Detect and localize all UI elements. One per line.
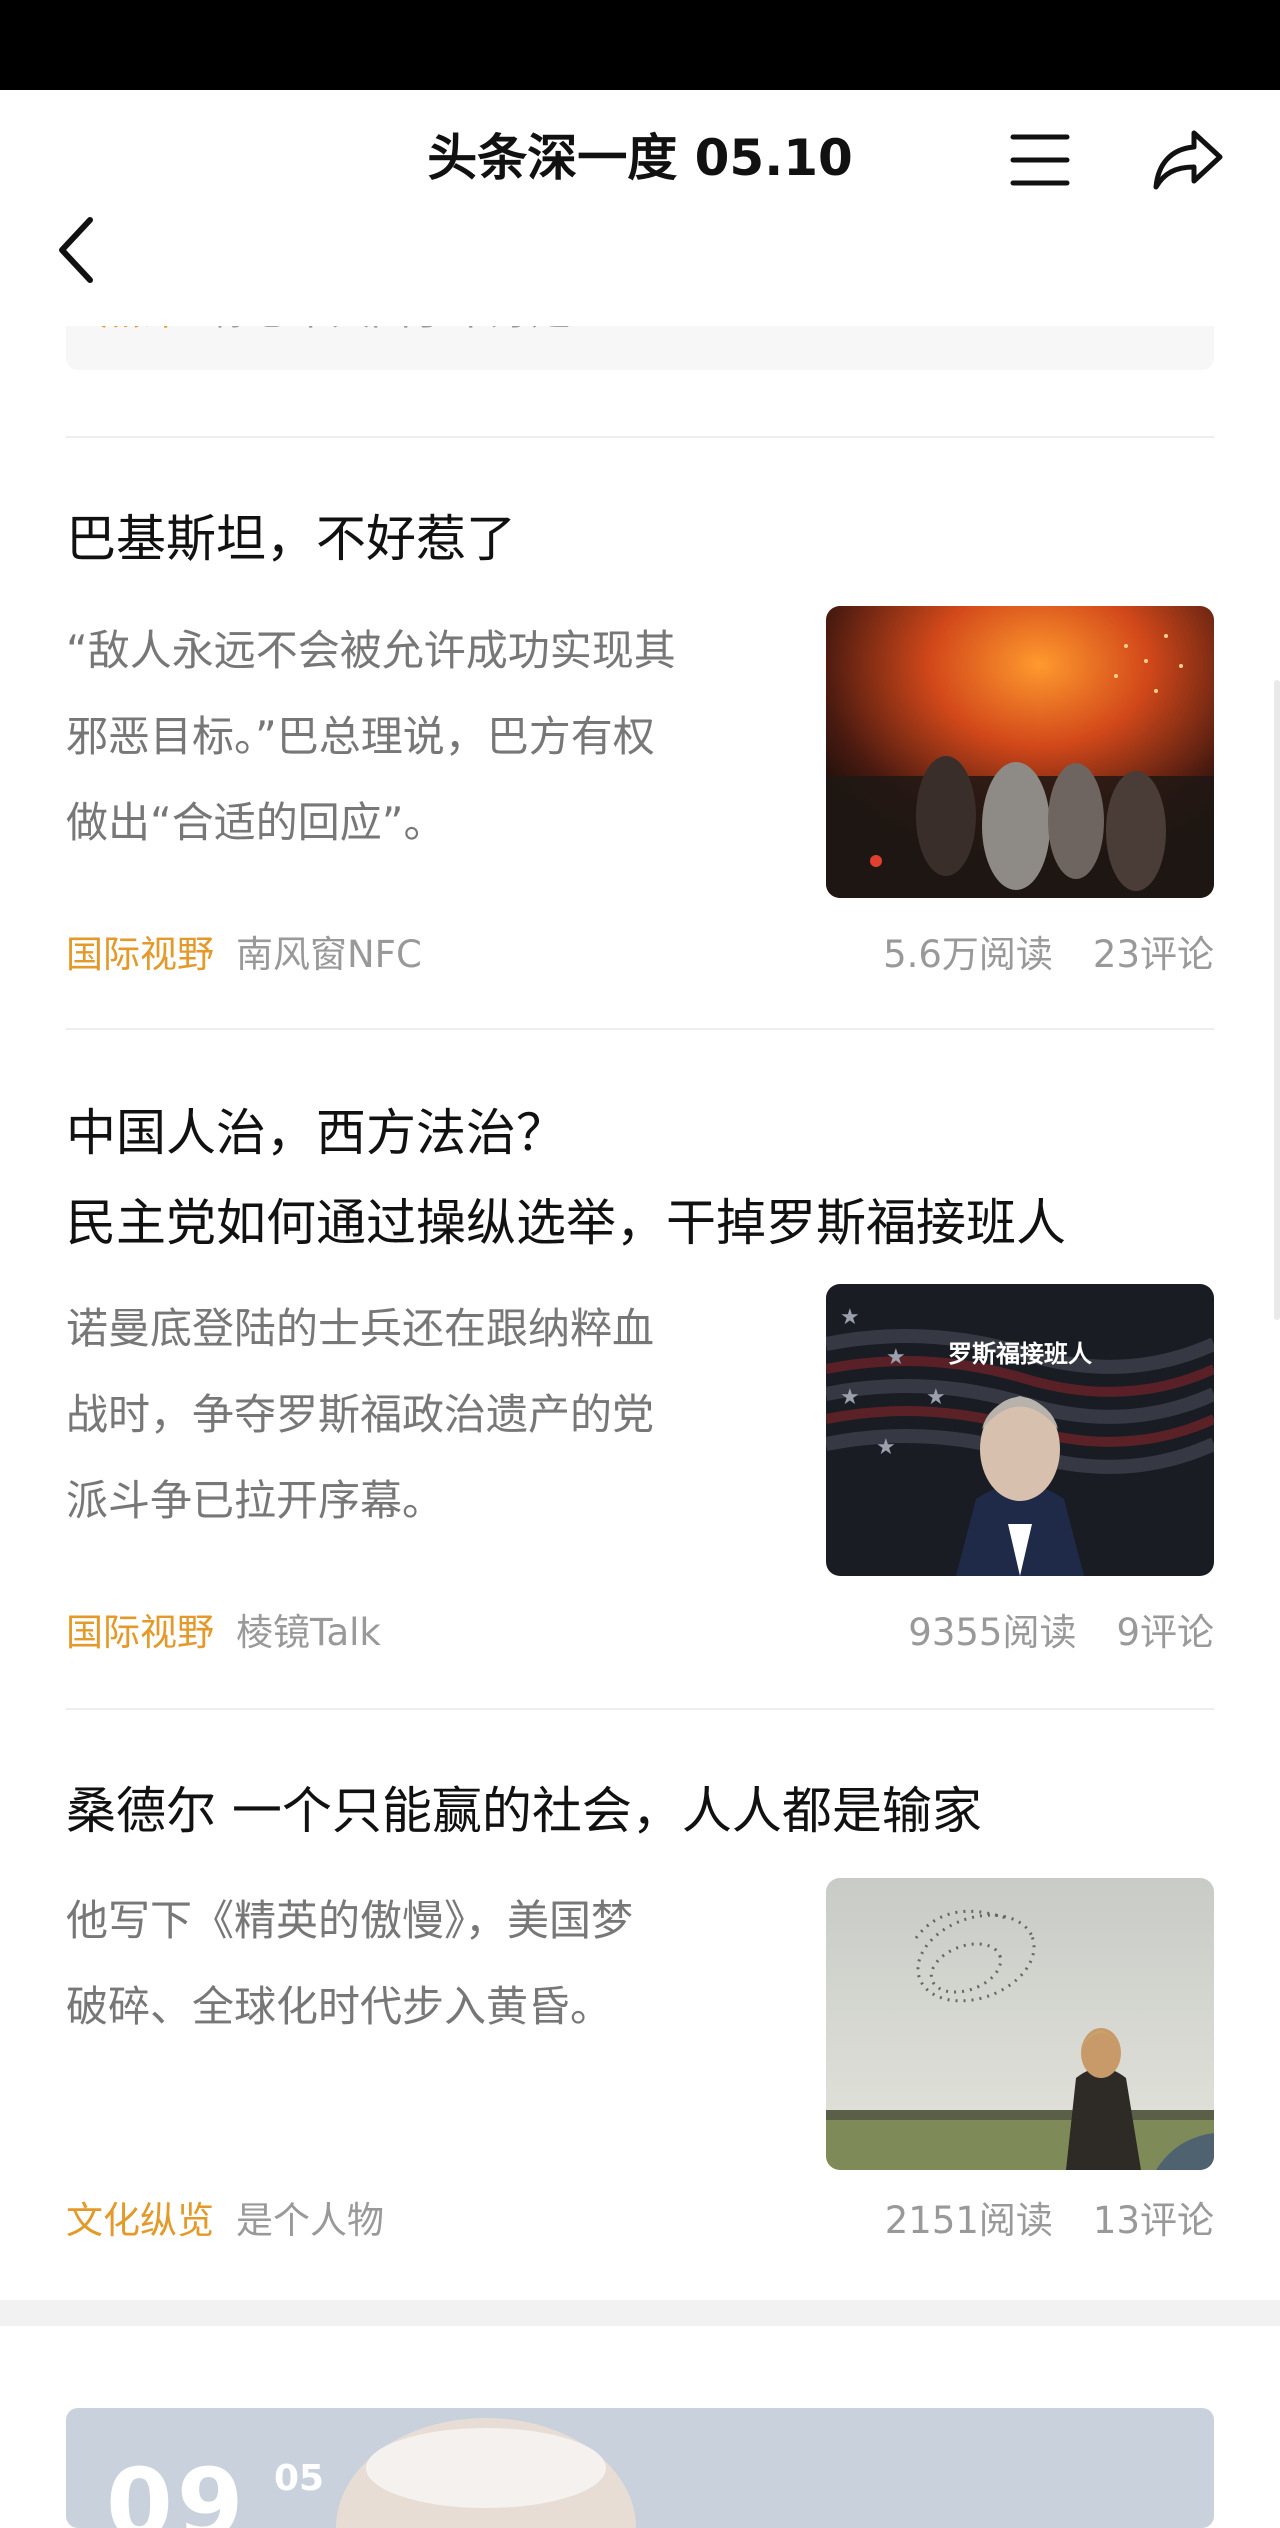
comment-count: 13评论 — [1092, 2199, 1214, 2242]
article-card[interactable]: 桑德尔 一个只能赢的社会，人人都是输家 他写下《精英的傲慢》，美国梦 破碎、全球… — [66, 1766, 1214, 2266]
issue-day-number: 09 — [106, 2448, 248, 2528]
read-count: 9355阅读 — [908, 1611, 1077, 1654]
comment-count: 9评论 — [1116, 1611, 1214, 1654]
category-tag[interactable]: 国际视野 — [66, 933, 214, 976]
article-meta: 国际视野 南风窗NFC 5.6万阅读 23评论 — [66, 930, 1214, 980]
article-card[interactable]: 中国人治，西方法治？ 民主党如何通过操纵选举，干掉罗斯福接班人 诺曼底登陆的士兵… — [66, 1088, 1214, 1668]
article-thumbnail[interactable]: ★ ★ ★ ★ ★ 罗斯福接班人 — [826, 1284, 1214, 1576]
issue-month: 05 — [274, 2458, 325, 2499]
article-meta: 国际视野 棱镜Talk 9355阅读 9评论 — [66, 1608, 1214, 1658]
divider — [66, 1708, 1214, 1710]
share-icon — [1153, 130, 1223, 190]
read-count: 2151阅读 — [884, 2199, 1053, 2242]
svg-text:★: ★ — [926, 1385, 946, 1410]
source-name[interactable]: 棱镜Talk — [236, 1611, 381, 1654]
section-separator — [0, 2300, 1280, 2326]
back-button[interactable] — [38, 210, 118, 290]
source-name[interactable]: 是个人物 — [236, 2199, 384, 2242]
category-tag[interactable]: 文化纵览 — [66, 2199, 214, 2242]
article-thumbnail[interactable] — [826, 606, 1214, 898]
article-summary: 诺曼底登陆的士兵还在跟纳粹血 战时，争夺罗斯福政治遗产的党 派斗争已拉开序幕。 — [66, 1304, 655, 1525]
top-nav-bar: 头条深一度 05.10 — [0, 90, 1280, 326]
divider — [66, 1028, 1214, 1030]
comment-count: 23评论 — [1092, 933, 1214, 976]
svg-text:★: ★ — [840, 1305, 860, 1330]
category-tag[interactable]: 国际视野 — [66, 1611, 214, 1654]
svg-text:★: ★ — [886, 1345, 906, 1370]
source-name[interactable]: 南风窗NFC — [236, 933, 422, 976]
svg-text:罗斯福接班人: 罗斯福接班人 — [948, 1340, 1092, 1368]
share-button[interactable] — [1148, 120, 1228, 200]
article-card[interactable]: 巴基斯坦，不好惹了 “敌人永远不会被允许成功实现其 邪恶目标。”巴总理说，巴方有… — [66, 494, 1214, 994]
status-bar — [0, 0, 1280, 90]
menu-button[interactable] — [1000, 120, 1080, 200]
read-count: 5.6万阅读 — [883, 933, 1053, 976]
next-issue-card[interactable]: 09 05 — [66, 2408, 1214, 2528]
article-summary: “敌人永远不会被允许成功实现其 邪恶目标。”巴总理说，巴方有权 做出“合适的回应… — [66, 626, 676, 847]
scrollbar[interactable] — [1274, 680, 1280, 1320]
article-summary: 他写下《精英的傲慢》，美国梦 破碎、全球化时代步入黄昏。 — [66, 1896, 634, 2031]
svg-text:★: ★ — [876, 1435, 896, 1460]
article-title: 桑德尔 一个只能赢的社会，人人都是输家 — [66, 1782, 982, 1840]
back-chevron-icon — [59, 217, 93, 283]
divider — [66, 436, 1214, 438]
page-title: 头条深一度 05.10 — [427, 129, 853, 187]
article-meta: 文化纵览 是个人物 2151阅读 13评论 — [66, 2196, 1214, 2246]
article-title: 中国人治，西方法治？ 民主党如何通过操纵选举，干掉罗斯福接班人 — [66, 1104, 1066, 1252]
article-thumbnail[interactable] — [826, 1878, 1214, 2170]
svg-text:★: ★ — [840, 1385, 860, 1410]
menu-icon — [1010, 134, 1070, 186]
article-title: 巴基斯坦，不好惹了 — [66, 510, 516, 568]
